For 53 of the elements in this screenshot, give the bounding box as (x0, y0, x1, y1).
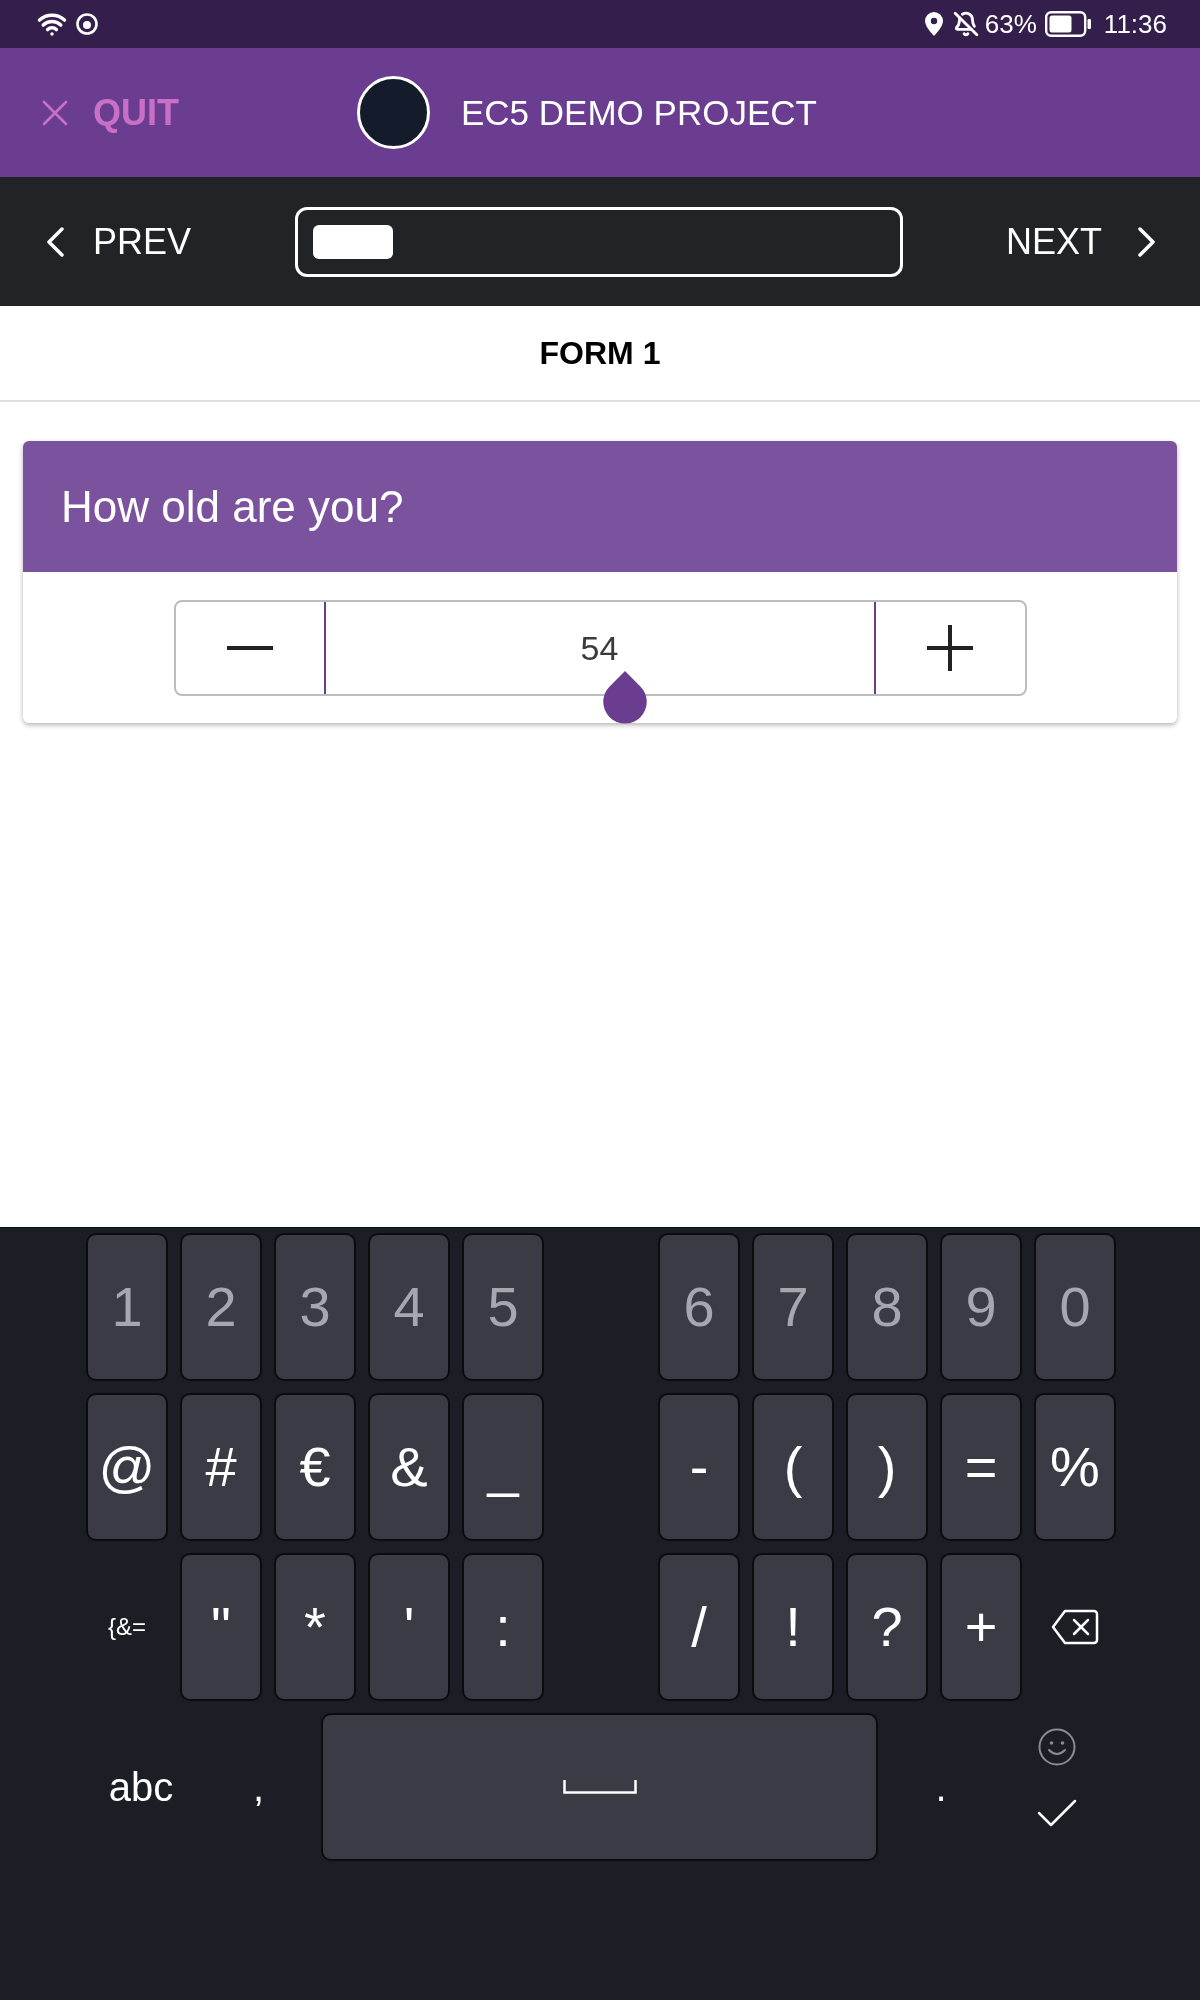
keyboard-key[interactable]: _ (462, 1393, 544, 1541)
keyboard-key[interactable]: ! (752, 1553, 834, 1701)
project-title: EC5 DEMO PROJECT (461, 95, 817, 130)
keyboard-key[interactable]: : (462, 1553, 544, 1701)
cursor-handle-icon[interactable] (602, 671, 647, 724)
keyboard-key[interactable]: 6 (658, 1233, 740, 1381)
battery-percentage: 63% (984, 11, 1037, 37)
clock-time: 11:36 (1103, 11, 1167, 37)
keyboard-key[interactable]: 3 (274, 1233, 356, 1381)
keyboard-key[interactable]: % (1034, 1393, 1116, 1541)
keyboard-key[interactable]: * (274, 1553, 356, 1701)
keyboard-key[interactable]: + (940, 1553, 1022, 1701)
keyboard-key[interactable]: 1 (86, 1233, 168, 1381)
next-button[interactable]: NEXT (1006, 223, 1156, 260)
symbols-mode-key[interactable]: {&= (107, 1615, 146, 1639)
keyboard-key[interactable]: 8 (846, 1233, 928, 1381)
checkmark-icon[interactable] (1037, 1798, 1077, 1828)
keyboard-key[interactable]: = (940, 1393, 1022, 1541)
keyboard-key[interactable]: ? (846, 1553, 928, 1701)
location-pin-icon (924, 12, 943, 36)
chevron-right-icon (1138, 226, 1156, 257)
backspace-icon[interactable] (1051, 1609, 1099, 1645)
keyboard-key[interactable]: & (368, 1393, 450, 1541)
keyboard-key[interactable]: 0 (1034, 1233, 1116, 1381)
chevron-left-icon (46, 226, 64, 257)
keyboard-key[interactable]: ' (368, 1553, 450, 1701)
ring-icon (75, 12, 99, 36)
bell-off-icon (952, 11, 979, 37)
plus-icon (927, 625, 973, 671)
keyboard-key[interactable]: " (180, 1553, 262, 1701)
prev-button[interactable]: PREV (46, 223, 192, 260)
keyboard-key[interactable]: @ (86, 1393, 168, 1541)
keyboard-key[interactable]: , (252, 1767, 265, 1807)
keyboard-key[interactable]: # (180, 1393, 262, 1541)
keyboard-key[interactable]: . (935, 1767, 947, 1807)
keyboard-key[interactable]: - (658, 1393, 740, 1541)
battery-icon (1044, 11, 1091, 37)
keyboard-key[interactable]: ) (846, 1393, 928, 1541)
keyboard-key[interactable]: 4 (368, 1233, 450, 1381)
question-text: How old are you? (61, 484, 404, 529)
smiley-icon[interactable] (1038, 1728, 1076, 1766)
close-icon (42, 99, 68, 126)
keyboard-key[interactable]: 7 (752, 1233, 834, 1381)
form-title: FORM 1 (539, 337, 661, 369)
space-bar-icon (562, 1780, 637, 1794)
keyboard-key[interactable]: ( (752, 1393, 834, 1541)
keyboard-key[interactable]: 9 (940, 1233, 1022, 1381)
keyboard-key[interactable]: 2 (180, 1233, 262, 1381)
keyboard-key[interactable]: abc (108, 1767, 174, 1807)
minus-icon (226, 646, 273, 650)
keyboard-key[interactable]: 5 (462, 1233, 544, 1381)
keyboard-key[interactable]: / (658, 1553, 740, 1701)
keyboard-key[interactable]: € (274, 1393, 356, 1541)
